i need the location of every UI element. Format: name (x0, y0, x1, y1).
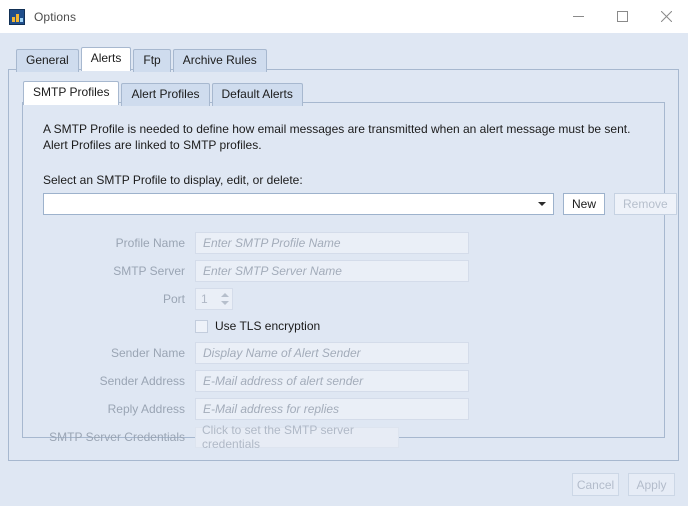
port-label: Port (162, 292, 185, 306)
chevron-up-icon (220, 293, 229, 297)
smtp-profile-form: Profile Name Enter SMTP Profile Name SMT… (43, 229, 647, 451)
tab-general[interactable]: General (16, 49, 79, 72)
window-controls (556, 0, 688, 33)
smtp-server-input: Enter SMTP Server Name (195, 260, 469, 282)
form-row-profile-name: Profile Name Enter SMTP Profile Name (43, 229, 647, 257)
tab-archive-rules[interactable]: Archive Rules (172, 49, 267, 72)
main-tabstrip: General Alerts Ftp Archive Rules (16, 47, 269, 72)
form-row-smtp-server: SMTP Server Enter SMTP Server Name (43, 257, 647, 285)
smtp-profile-combo[interactable] (43, 193, 554, 215)
reply-address-input: E-Mail address for replies (195, 398, 469, 420)
alerts-subtabstrip: SMTP Profiles Alert Profiles Default Ale… (23, 81, 305, 106)
minimize-icon[interactable] (556, 0, 600, 33)
alerts-tab-panel: SMTP Profiles Alert Profiles Default Ale… (8, 69, 679, 461)
form-row-sender-address: Sender Address E-Mail address of alert s… (43, 367, 647, 395)
profile-name-label: Profile Name (115, 236, 185, 250)
smtp-description: A SMTP Profile is needed to define how e… (43, 122, 631, 152)
form-row-credentials: SMTP Server Credentials Click to set the… (43, 423, 647, 451)
port-stepper: 1 (195, 288, 233, 310)
select-profile-label: Select an SMTP Profile to display, edit,… (43, 173, 303, 187)
use-tls-checkbox[interactable] (195, 319, 208, 333)
tab-ftp[interactable]: Ftp (133, 49, 171, 72)
form-row-tls: Use TLS encryption (43, 313, 647, 339)
stepper-arrows (220, 291, 229, 307)
chevron-down-icon (220, 301, 229, 305)
dialog-body: General Alerts Ftp Archive Rules SMTP Pr… (0, 33, 688, 506)
reply-address-label: Reply Address (107, 402, 185, 416)
smtp-server-label: SMTP Server (113, 264, 185, 278)
use-tls-label: Use TLS encryption (215, 319, 321, 333)
tab-alerts[interactable]: Alerts (80, 47, 132, 71)
sender-address-input: E-Mail address of alert sender (195, 370, 469, 392)
chevron-down-icon (538, 202, 546, 206)
options-window: Options General Alerts Ftp Archive Rules… (0, 0, 688, 506)
apply-button: Apply (628, 473, 675, 496)
smtp-profiles-panel: A SMTP Profile is needed to define how e… (22, 102, 677, 451)
sender-name-label: Sender Name (110, 346, 185, 360)
chart-app-icon (9, 8, 25, 25)
form-row-port: Port 1 (43, 285, 647, 313)
maximize-icon[interactable] (600, 0, 644, 33)
new-profile-button[interactable]: New (563, 193, 606, 215)
profile-name-input: Enter SMTP Profile Name (195, 232, 469, 254)
sender-name-input: Display Name of Alert Sender (195, 342, 469, 364)
sender-address-label: Sender Address (99, 374, 185, 388)
window-title: Options (34, 9, 77, 24)
title-bar: Options (0, 0, 688, 33)
tab-alert-profiles[interactable]: Alert Profiles (121, 83, 210, 106)
remove-profile-button: Remove (614, 193, 677, 215)
form-row-sender-name: Sender Name Display Name of Alert Sender (43, 339, 647, 367)
form-row-reply-address: Reply Address E-Mail address for replies (43, 395, 647, 423)
port-value: 1 (201, 292, 208, 306)
profile-selector-row: New Remove (43, 193, 677, 215)
smtp-credentials-label: SMTP Server Credentials (49, 430, 185, 444)
tab-default-alerts[interactable]: Default Alerts (211, 83, 303, 106)
cancel-button: Cancel (572, 473, 619, 496)
set-credentials-button: Click to set the SMTP server credentials (195, 423, 399, 451)
close-icon[interactable] (644, 0, 688, 33)
tab-smtp-profiles[interactable]: SMTP Profiles (23, 81, 120, 105)
dialog-footer: Cancel Apply (563, 473, 675, 496)
